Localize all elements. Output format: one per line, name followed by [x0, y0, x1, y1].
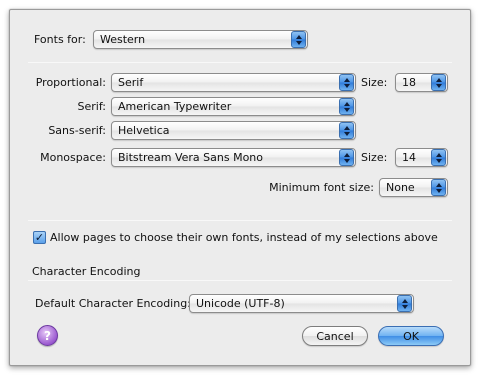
proportional-value: Serif: [118, 76, 144, 89]
sans-serif-popup[interactable]: Helvetica: [111, 121, 356, 140]
monospace-size-popup[interactable]: 14: [395, 148, 448, 167]
up-down-chevron-icon: [431, 74, 446, 91]
ok-button[interactable]: OK: [378, 326, 444, 346]
minimum-font-size-value: None: [386, 181, 415, 194]
cancel-button[interactable]: Cancel: [302, 326, 368, 346]
default-encoding-popup[interactable]: Unicode (UTF-8): [189, 294, 414, 313]
minimum-font-size-popup[interactable]: None: [379, 178, 448, 197]
proportional-popup[interactable]: Serif: [111, 73, 356, 92]
allow-pages-checkbox[interactable]: ✓: [33, 231, 46, 244]
fonts-for-value: Western: [100, 33, 146, 46]
allow-pages-label[interactable]: Allow pages to choose their own fonts, i…: [50, 231, 438, 244]
fonts-for-label: Fonts for:: [34, 33, 86, 46]
default-encoding-label: Default Character Encoding:: [35, 297, 191, 310]
separator-encoding: [28, 280, 452, 281]
proportional-label: Proportional:: [35, 76, 106, 89]
monospace-size-label: Size:: [361, 151, 388, 164]
up-down-chevron-icon: [339, 74, 354, 91]
up-down-chevron-icon: [431, 179, 446, 196]
up-down-chevron-icon: [291, 31, 306, 48]
up-down-chevron-icon: [339, 122, 354, 139]
up-down-chevron-icon: [339, 98, 354, 115]
monospace-label: Monospace:: [40, 151, 106, 164]
proportional-size-label: Size:: [361, 76, 388, 89]
separator-middle: [28, 220, 452, 221]
up-down-chevron-icon: [397, 295, 412, 312]
serif-value: American Typewriter: [118, 100, 232, 113]
default-encoding-value: Unicode (UTF-8): [196, 297, 285, 310]
serif-popup[interactable]: American Typewriter: [111, 97, 356, 116]
up-down-chevron-icon: [431, 149, 446, 166]
character-encoding-title: Character Encoding: [32, 265, 141, 278]
checkmark-icon: ✓: [34, 231, 45, 244]
sans-serif-label: Sans-serif:: [48, 124, 106, 137]
proportional-size-popup[interactable]: 18: [395, 73, 448, 92]
fonts-dialog: Fonts for: Western Proportional: Serif S…: [9, 9, 471, 366]
fonts-for-popup[interactable]: Western: [93, 30, 308, 49]
proportional-size-value: 18: [402, 76, 416, 89]
sans-serif-value: Helvetica: [118, 124, 170, 137]
minimum-font-size-label: Minimum font size:: [269, 181, 374, 194]
monospace-value: Bitstream Vera Sans Mono: [118, 151, 264, 164]
monospace-size-value: 14: [402, 151, 416, 164]
monospace-popup[interactable]: Bitstream Vera Sans Mono: [111, 148, 356, 167]
up-down-chevron-icon: [339, 149, 354, 166]
help-icon[interactable]: ?: [37, 325, 58, 346]
serif-label: Serif:: [77, 100, 106, 113]
separator-top: [28, 62, 452, 63]
